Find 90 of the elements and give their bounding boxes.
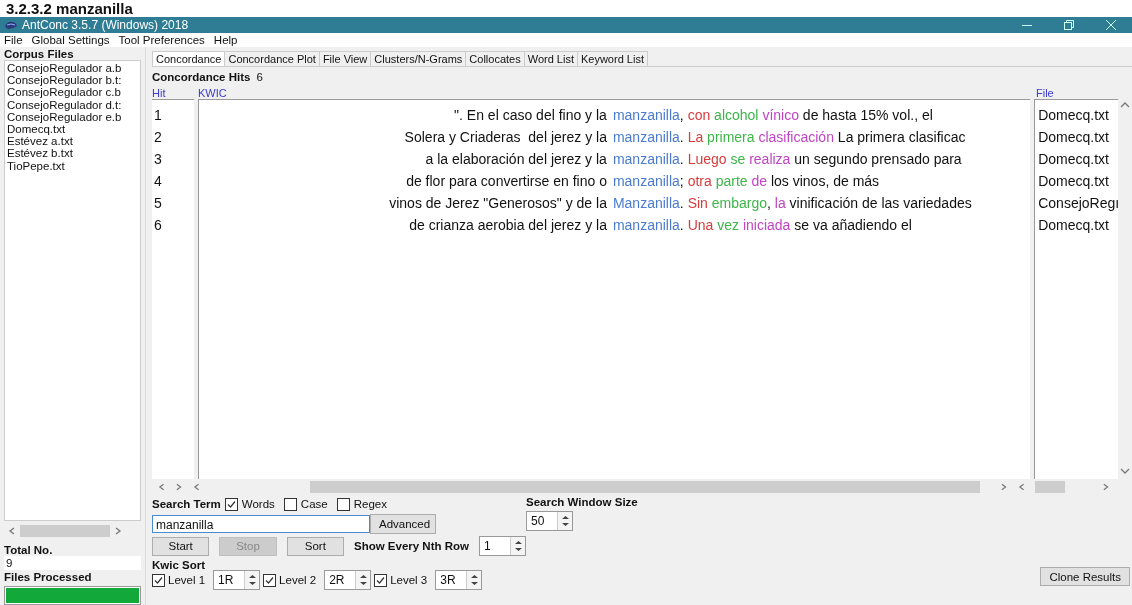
tab[interactable]: Clusters/N-Grams	[370, 51, 467, 66]
clone-results-button[interactable]: Clone Results	[1040, 567, 1130, 586]
checkbox-label: Level 3	[390, 574, 428, 586]
tab[interactable]: Keyword List	[576, 51, 648, 66]
kwic-sort-label: Kwic Sort	[152, 559, 207, 571]
scrollbar-thumb[interactable]	[1035, 481, 1065, 493]
scroll-left-icon[interactable]	[158, 482, 166, 492]
corpus-file-item[interactable]: ConsejoRegulador b.t:	[5, 74, 140, 87]
panel-label: Files Processed	[4, 571, 93, 584]
checkbox-label: Regex	[353, 498, 387, 510]
menu-item[interactable]: Help	[213, 33, 238, 47]
hits-count: 6	[256, 71, 263, 84]
hit-number: 1	[154, 106, 163, 125]
advanced-button[interactable]: Advanced	[370, 514, 436, 534]
search-term-label: Search Term	[152, 498, 221, 510]
scroll-right-icon[interactable]	[1101, 482, 1109, 492]
corpus-file-item[interactable]: ConsejoRegulador e.b	[5, 110, 140, 123]
kwic-line: Manzanilla. Sin embargo, la vinificación de las variedades	[612, 194, 972, 213]
kwic-line: manzanilla, con alcohol vínico de hasta 15% vol., el	[612, 106, 933, 125]
corpus-file-item[interactable]: Estévez a.txt	[5, 135, 140, 148]
checkbox[interactable]	[224, 497, 238, 511]
corpus-file-item[interactable]: TioPepe.txt	[5, 159, 140, 172]
file-name: Domecq.txt	[1038, 128, 1110, 147]
tab[interactable]: Concordance	[152, 51, 226, 66]
file-name: ConsejoRegı	[1038, 194, 1119, 213]
column-header[interactable]: Hit	[152, 87, 198, 99]
scroll-right-icon[interactable]	[114, 525, 122, 536]
checkbox-label: Level 2	[279, 574, 317, 586]
nth-row-label: Show Every Nth Row	[354, 540, 469, 552]
action-button[interactable]: Start	[152, 536, 210, 556]
file-name: Domecq.txt	[1038, 216, 1110, 235]
tab[interactable]: Word List	[523, 51, 578, 66]
column-header[interactable]: File	[1036, 87, 1054, 99]
hit-number: 6	[154, 216, 163, 235]
file-name: Domecq.txt	[1038, 106, 1110, 125]
checkbox[interactable]	[263, 573, 277, 587]
menu-item[interactable]: Global Settings	[31, 33, 110, 47]
corpus-file-item[interactable]: Domecq.txt	[5, 123, 140, 136]
checkbox-label: Words	[241, 498, 275, 510]
total-count: 9	[4, 556, 141, 571]
panel-label: Total No.	[4, 544, 54, 557]
left-context: de flor para convertirse en fino o	[405, 172, 608, 191]
scroll-right-icon[interactable]	[1000, 482, 1008, 492]
hit-number: 3	[154, 150, 163, 169]
scroll-left-icon[interactable]	[8, 525, 16, 536]
corpus-file-item[interactable]: Estévez b.txt	[5, 147, 140, 160]
scrollbar-thumb[interactable]	[310, 481, 981, 493]
kwic-line: manzanilla. Una vez iniciada se va añadiendo el	[612, 216, 912, 235]
kwic-line: manzanilla. La primera clasificación La primera clasificac	[612, 128, 966, 147]
left-context: de crianza aerobia del jerez y la	[408, 216, 608, 235]
tab[interactable]: Collocates	[465, 51, 525, 66]
left-context: Solera y Criaderas del jerez y la	[403, 128, 608, 147]
corpus-file-item[interactable]: ConsejoRegulador d.t:	[5, 98, 140, 111]
scroll-left-icon[interactable]	[192, 482, 201, 492]
kwic-line: manzanilla. Luego se realiza un segundo prensado para	[612, 150, 962, 169]
action-button[interactable]: Sort	[286, 536, 344, 556]
search-field[interactable]: manzanilla	[152, 515, 370, 533]
restore-icon[interactable]	[1064, 20, 1074, 30]
file-name: Domecq.txt	[1038, 150, 1110, 169]
corpus-file-item[interactable]: ConsejoRegulador a.b	[5, 62, 140, 75]
checkbox-label: Case	[300, 498, 328, 510]
app-icon	[4, 20, 18, 30]
checkbox[interactable]	[336, 497, 350, 511]
scroll-right-icon[interactable]	[175, 482, 183, 492]
tab[interactable]: File View	[318, 51, 372, 66]
tab[interactable]: Concordance Plot	[224, 51, 320, 66]
hit-number: 2	[154, 128, 163, 147]
left-context: a la elaboración del jerez y la	[424, 150, 608, 169]
column-header[interactable]: KWIC	[198, 87, 1036, 99]
window-title: AntConc 3.5.7 (Windows) 2018	[22, 18, 190, 32]
kwic-line: manzanilla; otra parte de los vinos, de más	[612, 172, 880, 191]
checkbox[interactable]	[374, 573, 388, 587]
scrollbar-thumb[interactable]	[20, 524, 110, 537]
close-icon[interactable]	[1106, 20, 1116, 30]
checkbox[interactable]	[283, 497, 297, 511]
page-heading: 3.2.3.2 manzanilla	[5, 0, 134, 17]
left-context: vinos de Jerez "Generosos" y de la	[388, 194, 608, 213]
hit-number: 5	[154, 194, 163, 213]
left-context: ". En el caso del fino y la	[453, 106, 608, 125]
corpus-file-item[interactable]: ConsejoRegulador c.b	[5, 86, 140, 99]
hit-number: 4	[154, 172, 163, 191]
checkbox[interactable]	[152, 573, 165, 587]
hits-label: Concordance Hits	[152, 71, 251, 84]
scroll-left-icon[interactable]	[1017, 482, 1025, 492]
menu-item[interactable]: Tool Preferences	[118, 33, 205, 47]
panel-label: Corpus Files	[4, 48, 75, 60]
menu-item[interactable]: File	[4, 33, 23, 47]
file-name: Domecq.txt	[1038, 172, 1110, 191]
checkbox-label: Level 1	[168, 574, 206, 586]
window-size-label: Search Window Size	[526, 496, 638, 508]
